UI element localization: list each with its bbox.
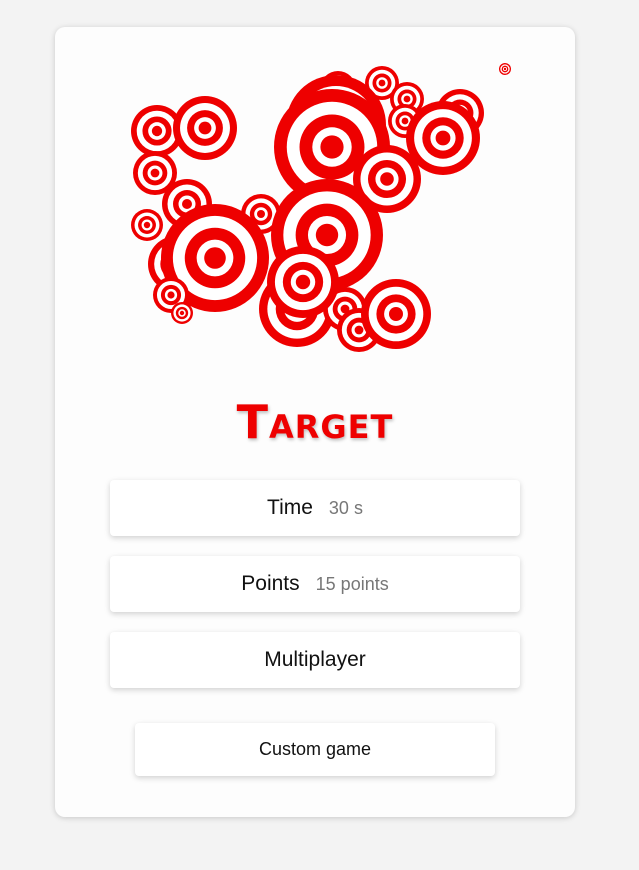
time-label: Time [267,496,313,519]
game-title: Target [236,395,394,449]
target-icon [406,101,480,175]
points-value: 15 points [315,573,389,594]
target-icon [361,279,431,349]
custom-game-button[interactable]: Custom game [135,723,495,776]
points-button[interactable]: Points 15 points [110,556,520,612]
target-icon [173,96,237,160]
multiplayer-button[interactable]: Multiplayer [110,632,520,688]
targets-illustration [131,63,511,352]
target-icon [171,302,193,324]
multiplayer-label: Multiplayer [264,648,366,671]
game-menu-card: Target Time 30 s Points 15 points Multip… [55,27,575,817]
target-icon [499,63,511,75]
points-label: Points [241,572,300,595]
time-value: 30 s [328,497,363,518]
time-button[interactable]: Time 30 s [110,480,520,536]
target-icon [131,209,163,241]
target-icon [267,246,339,318]
